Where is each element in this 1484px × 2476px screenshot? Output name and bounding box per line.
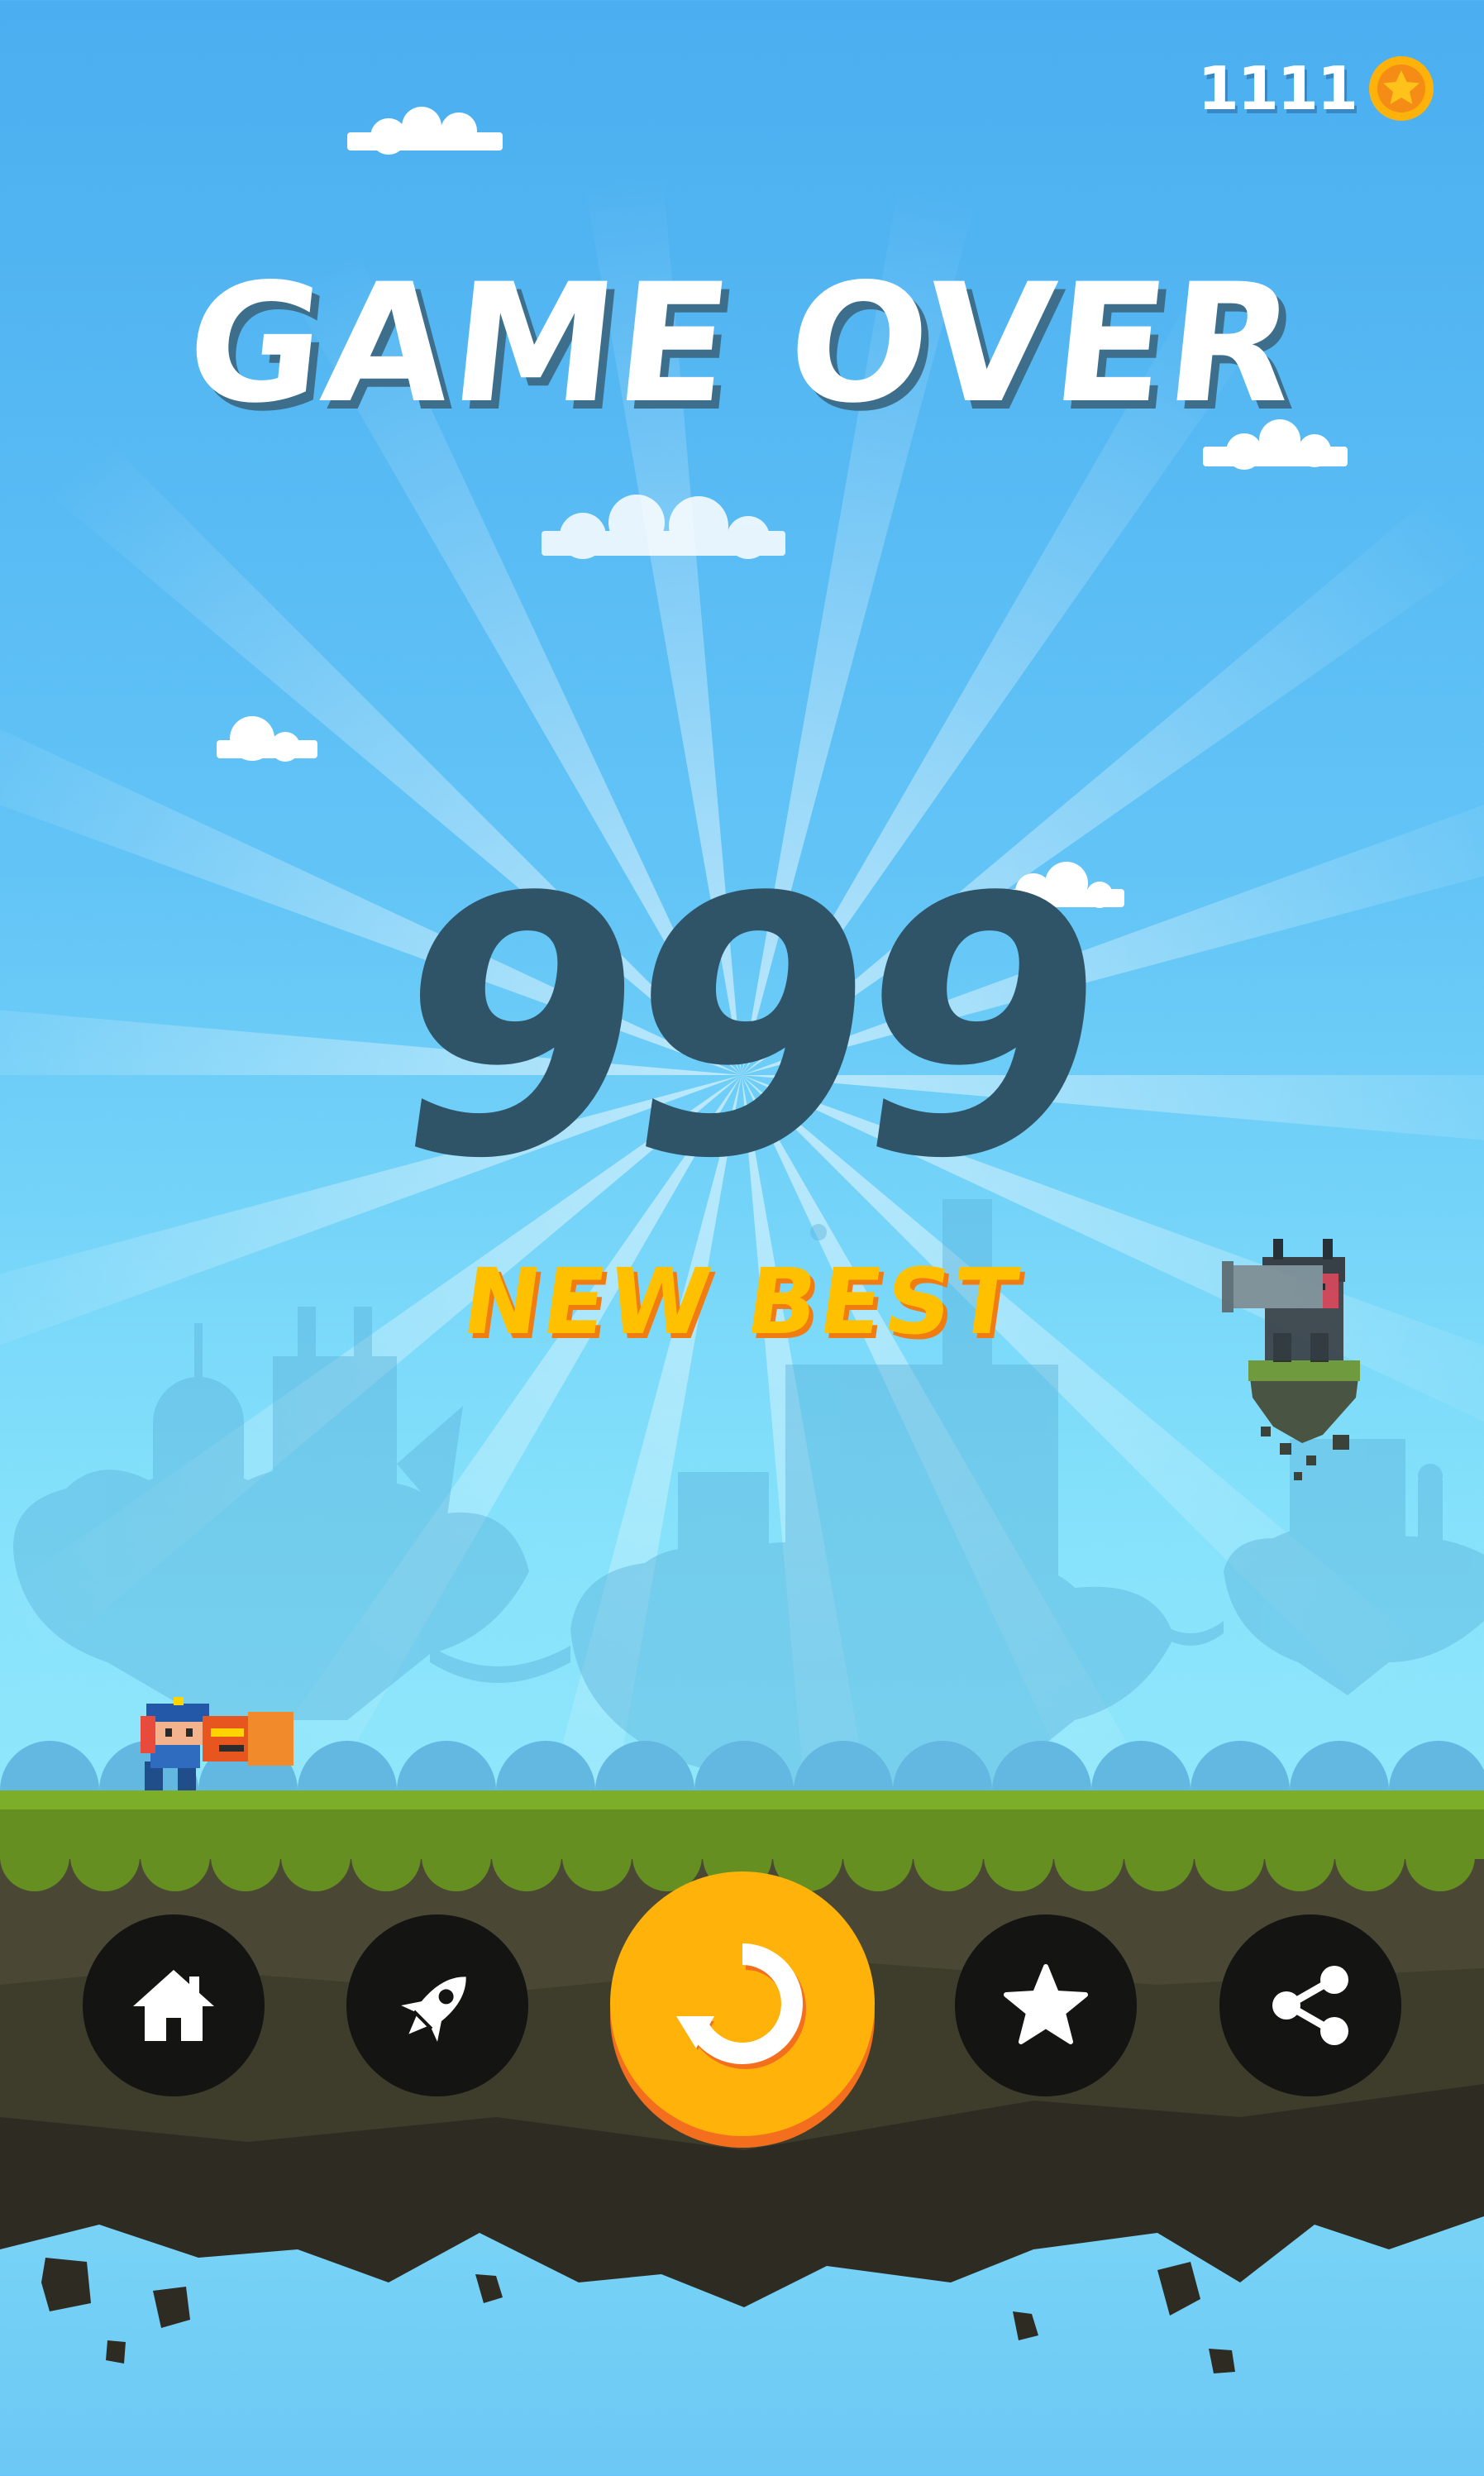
home-icon xyxy=(133,1970,214,2041)
coin-counter: 1111 xyxy=(1198,51,1434,126)
rocket-button[interactable] xyxy=(346,1914,528,2096)
game-over-title: GAME OVER xyxy=(178,248,1306,439)
star-icon xyxy=(1004,1964,1088,2044)
final-score: 999 xyxy=(366,823,1118,1236)
rate-button[interactable] xyxy=(955,1914,1137,2096)
share-button[interactable] xyxy=(1219,1914,1401,2096)
replay-icon xyxy=(676,1943,806,2069)
coin-count: 1111 xyxy=(1197,54,1358,123)
home-button[interactable] xyxy=(83,1914,265,2096)
share-icon xyxy=(1272,1966,1348,2045)
star-coin-icon xyxy=(1369,56,1434,121)
rocket-icon xyxy=(401,1976,466,2042)
replay-button[interactable] xyxy=(610,1871,875,2136)
new-best-badge: NEW BEST xyxy=(456,1249,1028,1355)
